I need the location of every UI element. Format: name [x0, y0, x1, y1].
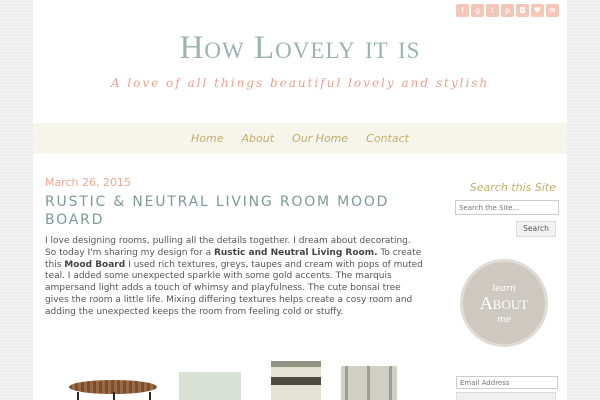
mood-board-image — [63, 356, 403, 400]
search-button[interactable]: Search — [516, 221, 556, 237]
instagram-icon[interactable]: ◘ — [516, 4, 529, 17]
curtain-fold — [367, 366, 370, 400]
fabric-band — [271, 361, 321, 367]
nav-item-contact[interactable]: Contact — [366, 132, 409, 145]
table-leg — [149, 392, 151, 400]
rug-image — [179, 372, 241, 400]
badge-text-me: me — [497, 315, 511, 325]
post-body-bold: Rustic and Neutral Living Room. — [213, 247, 378, 258]
pinterest-icon[interactable]: p — [501, 4, 514, 17]
google-plus-icon[interactable]: g — [471, 4, 484, 17]
site-tagline: A love of all things beautiful lovely an… — [110, 76, 490, 90]
badge-text-about: About — [479, 293, 529, 313]
post-title[interactable]: Rustic & Neutral Living Room Mood Board — [45, 193, 415, 229]
post-body-bold: Mood Board — [64, 259, 126, 270]
nav-item-our-home[interactable]: Our Home — [292, 132, 348, 145]
twitter-icon[interactable]: t — [486, 4, 499, 17]
learn-about-me-badge[interactable]: learn About me — [463, 262, 545, 344]
post-body: I love designing rooms, pulling all the … — [45, 236, 423, 319]
subscribe-button[interactable] — [456, 392, 556, 400]
nav-item-about[interactable]: About — [242, 132, 275, 145]
curtain-image — [341, 366, 397, 400]
facebook-icon[interactable]: f — [456, 4, 469, 17]
sidebar-search-title: Search this Site — [469, 181, 556, 194]
heart-icon[interactable]: ♥ — [531, 4, 544, 17]
social-icons: f g t p ◘ ♥ ✉ — [456, 4, 559, 17]
fabric-swatch-image — [271, 361, 321, 400]
email-icon[interactable]: ✉ — [546, 4, 559, 17]
curtain-fold — [345, 366, 348, 400]
page-container: f g t p ◘ ♥ ✉ How Lovely it is A love of… — [33, 0, 567, 400]
main-nav: Home About Our Home Contact — [33, 123, 567, 154]
table-leg — [77, 392, 79, 400]
post-date: March 26, 2015 — [45, 176, 132, 189]
fabric-band — [271, 377, 321, 385]
nav-item-home[interactable]: Home — [191, 132, 223, 145]
search-input[interactable] — [455, 200, 559, 215]
curtain-fold — [389, 366, 392, 400]
site-title[interactable]: How Lovely it is — [33, 30, 567, 67]
table-leg — [113, 392, 115, 400]
email-field[interactable] — [456, 376, 558, 389]
